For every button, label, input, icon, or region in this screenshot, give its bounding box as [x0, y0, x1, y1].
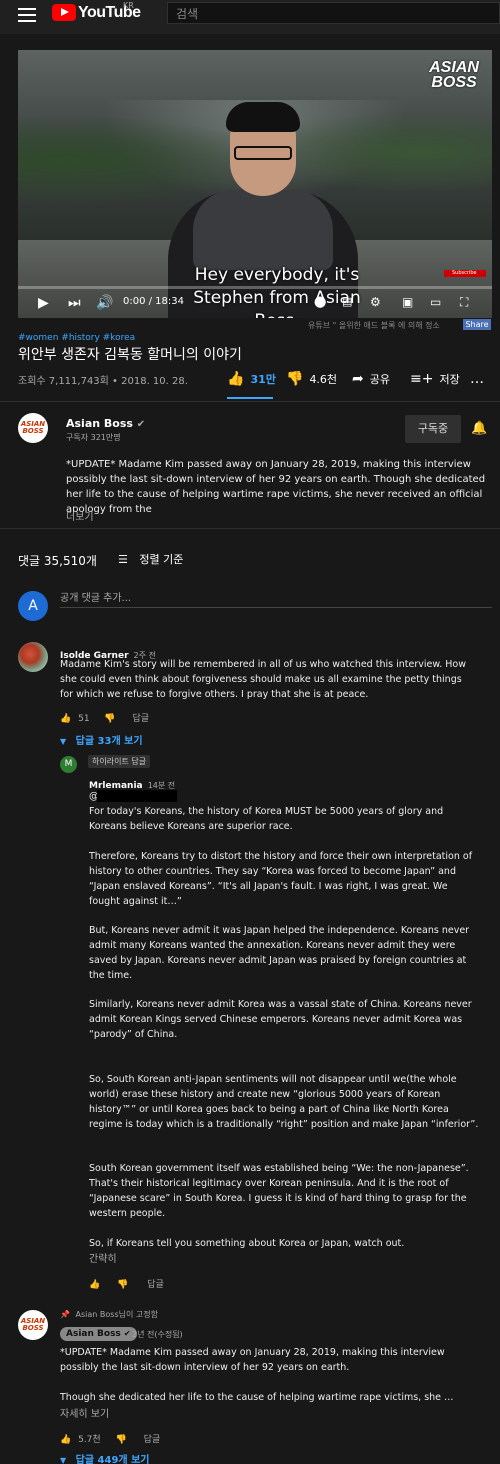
- thumbs-up-icon: 👍: [227, 371, 245, 387]
- thumbs-up-icon[interactable]: 👍: [60, 1435, 71, 1445]
- playlist-add-icon: ≡+: [410, 371, 434, 387]
- comment-text: Madame Kim's story will be remembered in…: [60, 659, 466, 700]
- video-title: 위안부 생존자 김복동 할머니의 이야기: [18, 347, 242, 363]
- sponsor-text: 유튜브 " 올위한 애드 블록 에 의해 정소: [308, 321, 440, 330]
- subscriber-count: 구독자 321만명: [66, 433, 121, 442]
- sort-icon: ☰: [118, 553, 128, 566]
- chevron-down-icon: ▼: [60, 737, 67, 746]
- reply-button[interactable]: 답글: [133, 714, 150, 724]
- thumbs-up-icon[interactable]: 👍: [60, 714, 71, 724]
- verified-icon: ✔: [123, 1329, 131, 1338]
- like-ratio-bar: [227, 397, 273, 399]
- subscribed-button[interactable]: 구독중: [405, 415, 461, 443]
- thumbs-down-icon[interactable]: 👎: [104, 714, 115, 724]
- reply-paragraph: So, if Koreans tell you something about …: [89, 1238, 405, 1249]
- more-actions-button[interactable]: …: [470, 369, 484, 389]
- share-icon: ➦: [352, 371, 364, 387]
- bell-icon[interactable]: 🔔: [471, 421, 487, 436]
- comment-avatar[interactable]: [18, 642, 48, 672]
- play-icon[interactable]: ▶: [38, 295, 49, 311]
- channel-watermark: ASIAN BOSS: [429, 59, 479, 91]
- hashtags[interactable]: #women #history #korea: [18, 333, 135, 343]
- owner-badge[interactable]: Asian Boss ✔: [60, 1327, 137, 1341]
- search-placeholder: 검색: [176, 7, 199, 21]
- progress-bar[interactable]: [18, 286, 492, 289]
- view-replies-toggle[interactable]: ▼ 답글 449개 보기: [60, 1451, 149, 1464]
- verified-icon: ✔: [136, 419, 146, 430]
- miniplayer-icon[interactable]: ▣: [402, 295, 413, 309]
- pinned-text: *UPDATE* Madame Kim passed away on Janua…: [60, 1347, 445, 1373]
- time-display: 0:00 / 18:34: [123, 296, 185, 307]
- pinned-label: 📌 Asian Boss님이 고정함: [60, 1310, 158, 1319]
- reply-actions: 👍 👎 답글: [89, 1277, 164, 1290]
- comment-count: 댓글 35,510개: [18, 554, 97, 568]
- video-player[interactable]: ASIAN BOSS Hey everybody, it's Stephen f…: [18, 50, 492, 318]
- reply-paragraph: Similarly, Koreans never admit Korea was…: [89, 999, 472, 1040]
- share-button[interactable]: ➦ 공유: [352, 369, 390, 389]
- thumbs-up-icon[interactable]: 👍: [89, 1280, 100, 1290]
- reply-time[interactable]: 14분 전: [148, 781, 175, 790]
- autoplay-icon[interactable]: ⬤: [314, 295, 326, 308]
- video-meta: 조회수 7,111,743회 • 2018. 10. 28.: [18, 376, 188, 387]
- volume-icon[interactable]: 🔊: [96, 295, 113, 311]
- video-description: *UPDATE* Madame Kim passed away on Janua…: [66, 459, 486, 515]
- comment-actions: 👍 51 👎 답글: [60, 714, 150, 724]
- pinned-comment-avatar[interactable]: ASIAN BOSS: [18, 1310, 48, 1340]
- share-button-small[interactable]: Share: [463, 319, 491, 330]
- save-button[interactable]: ≡+ 저장: [410, 369, 460, 389]
- reply-paragraph: For today's Koreans, the history of Kore…: [89, 806, 444, 832]
- reply-button[interactable]: 답글: [144, 1435, 161, 1445]
- show-less-link[interactable]: 간략히: [89, 1252, 117, 1267]
- pinned-text-truncated: Though she dedicated her life to the cau…: [60, 1392, 454, 1403]
- region-label: KR: [123, 1, 134, 10]
- theater-icon[interactable]: ▭: [430, 295, 441, 309]
- add-comment-input[interactable]: 공개 댓글 추가...: [60, 589, 131, 604]
- highlight-badge: 하이라이트 답글: [88, 755, 151, 768]
- chevron-down-icon: ▼: [60, 1456, 67, 1464]
- reply-button[interactable]: 답글: [147, 1280, 164, 1290]
- reply-paragraph: But, Koreans never admit it was Japan he…: [89, 925, 470, 981]
- reply-avatar[interactable]: M: [60, 756, 77, 773]
- channel-avatar[interactable]: ASIAN BOSS: [18, 413, 48, 443]
- reply-paragraph: So, South Korean anti-Japan sentiments w…: [89, 1074, 479, 1130]
- captions-icon[interactable]: ▤: [342, 295, 352, 308]
- reply-paragraph: South Korean government itself was estab…: [89, 1163, 469, 1219]
- youtube-logo-icon[interactable]: [52, 4, 76, 21]
- show-more-link[interactable]: 더보기: [66, 508, 94, 523]
- dislike-button[interactable]: 👎 4.6천: [286, 369, 337, 389]
- subscribe-overlay[interactable]: Subscribe: [444, 270, 486, 277]
- channel-name[interactable]: Asian Boss ✔: [66, 417, 145, 430]
- thumbs-down-icon: 👎: [286, 371, 304, 387]
- settings-icon[interactable]: ⚙: [370, 295, 381, 309]
- fullscreen-icon[interactable]: ⛶: [460, 295, 468, 310]
- reply-paragraph: Therefore, Koreans try to distort the hi…: [89, 851, 473, 907]
- sort-button[interactable]: ☰ 정렬 기준: [118, 551, 183, 567]
- player-controls: ▶ ⏭ 🔊 0:00 / 18:34 ⬤ ▤ ⚙ ▣ ▭ ⛶: [18, 290, 492, 318]
- search-input[interactable]: [167, 2, 500, 24]
- pinned-time[interactable]: 2년 전(수정됨): [132, 1329, 183, 1340]
- thumbs-down-icon[interactable]: 👎: [117, 1280, 128, 1290]
- read-more-link[interactable]: 자세히 보기: [60, 1407, 109, 1422]
- next-icon[interactable]: ⏭: [68, 295, 81, 311]
- menu-icon[interactable]: [18, 8, 36, 22]
- pinned-actions: 👍 5.7천 👎 답글: [60, 1435, 161, 1445]
- pin-icon: 📌: [60, 1310, 70, 1319]
- thumbs-down-icon[interactable]: 👎: [116, 1435, 127, 1445]
- view-replies-toggle[interactable]: ▼ 답글 33개 보기: [60, 732, 143, 747]
- like-button[interactable]: 👍 31만: [227, 369, 276, 389]
- redacted-mention: [97, 790, 177, 802]
- avatar: A: [18, 591, 48, 621]
